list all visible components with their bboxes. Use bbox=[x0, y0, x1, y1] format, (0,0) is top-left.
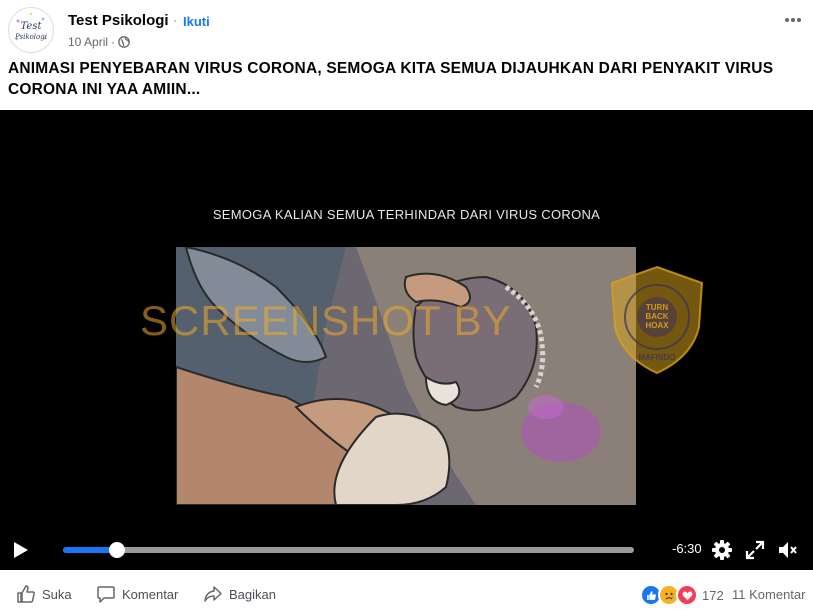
video-subtitle: SEMOGA KALIAN SEMUA TERHINDAR DARI VIRUS… bbox=[212, 207, 601, 222]
post-date[interactable]: 10 April bbox=[68, 35, 108, 49]
follow-button[interactable]: Ikuti bbox=[183, 14, 210, 29]
seal-text-back: BACK bbox=[645, 312, 668, 321]
post-caption: ANIMASI PENYEBARAN VIRUS CORONA, SEMOGA … bbox=[8, 60, 774, 98]
play-button[interactable] bbox=[12, 540, 30, 560]
share-button[interactable]: Bagikan bbox=[203, 584, 276, 604]
comment-button[interactable]: Komentar bbox=[96, 584, 178, 604]
post-footer: Suka Komentar Bagikan 172 11 Komentar bbox=[0, 578, 813, 612]
video-frame bbox=[176, 247, 636, 505]
video-controls: -6:30 bbox=[0, 530, 813, 570]
post-meta: 10 April · bbox=[68, 35, 130, 49]
seal-text-turn: TURN bbox=[646, 303, 668, 312]
play-icon bbox=[14, 542, 28, 558]
reactions-summary[interactable]: 172 bbox=[640, 584, 724, 606]
seal-text-mafindo: MAFINDO bbox=[638, 353, 675, 362]
video-player[interactable]: SEMOGA KALIAN SEMUA TERHINDAR DARI VIRUS… bbox=[0, 110, 813, 570]
logo-text-test: Test bbox=[21, 21, 43, 32]
like-label: Suka bbox=[42, 586, 72, 602]
separator-dot: · bbox=[173, 13, 177, 27]
like-button[interactable]: Suka bbox=[16, 584, 72, 604]
time-remaining: -6:30 bbox=[672, 541, 702, 556]
page-avatar[interactable]: Test Psikologi bbox=[8, 7, 54, 53]
reaction-count: 172 bbox=[702, 587, 724, 603]
globe-icon bbox=[118, 36, 130, 48]
expand-icon bbox=[745, 540, 765, 560]
more-dots-icon bbox=[785, 18, 801, 22]
comment-icon bbox=[97, 586, 115, 603]
mute-button[interactable] bbox=[776, 539, 798, 561]
logo-text-psikologi: Psikologi bbox=[14, 33, 47, 41]
gear-icon bbox=[712, 540, 732, 560]
share-label: Bagikan bbox=[229, 586, 276, 602]
comment-count-link[interactable]: 11 Komentar bbox=[732, 587, 805, 602]
meta-separator: · bbox=[111, 35, 116, 49]
seek-handle[interactable] bbox=[109, 542, 126, 558]
hoax-shield-logo: TURN BACK HOAX MAFINDO bbox=[610, 265, 704, 375]
volume-muted-icon bbox=[779, 542, 797, 558]
seek-bar[interactable] bbox=[63, 542, 634, 558]
seal-text-hoax: HOAX bbox=[645, 321, 669, 330]
screenshot-watermark: SCREENSHOT BY bbox=[140, 297, 512, 344]
page-logo: Test Psikologi bbox=[10, 9, 52, 51]
more-options-button[interactable] bbox=[778, 10, 808, 30]
share-icon bbox=[204, 586, 222, 602]
page-name-link[interactable]: Test Psikologi bbox=[68, 12, 169, 29]
post-header: Test Psikologi Test Psikologi · Ikuti 10… bbox=[0, 0, 813, 56]
animation-scene bbox=[176, 247, 636, 505]
turnbackhoax-seal: TURN BACK HOAX MAFINDO bbox=[607, 265, 707, 375]
fullscreen-button[interactable] bbox=[744, 539, 766, 561]
settings-button[interactable] bbox=[711, 539, 733, 561]
love-reaction-icon bbox=[676, 584, 698, 606]
comment-label: Komentar bbox=[122, 586, 179, 602]
thumbs-up-icon bbox=[17, 585, 35, 603]
